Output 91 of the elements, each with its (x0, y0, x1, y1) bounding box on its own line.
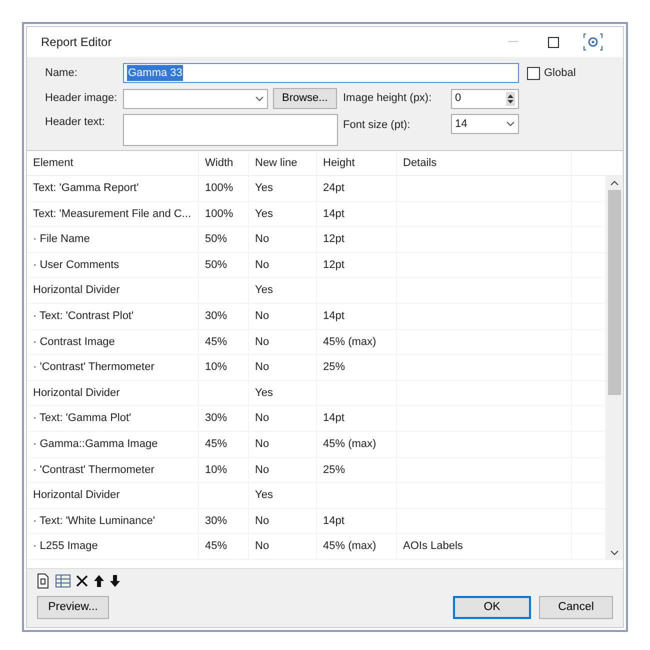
table-cell-text: No (255, 258, 270, 273)
table-icon[interactable] (55, 572, 71, 588)
table-cell-text: 30% (205, 514, 228, 529)
table-cell-text: 12pt (323, 258, 344, 273)
arrow-up-icon[interactable] (93, 574, 105, 588)
checkbox-label: Global (544, 66, 576, 81)
table-cell-text: No (255, 411, 270, 426)
column-header[interactable]: Details (397, 151, 572, 175)
table-cell-text: 45% (205, 436, 228, 452)
table-cell-text: No (255, 436, 270, 452)
header-text-field[interactable] (123, 114, 338, 146)
name-field[interactable]: Gamma 33 (123, 63, 519, 83)
table-cell-text: 100% (205, 206, 234, 222)
window-title: Report Editor (41, 34, 113, 51)
global-checkbox[interactable] (527, 66, 540, 80)
table-cell-text: No (255, 514, 270, 529)
table-cell-text: 45% (205, 539, 228, 554)
dropdown-caret-icon (255, 96, 264, 102)
table-cell-text: 30% (205, 411, 228, 426)
table-cell-text: Yes (255, 386, 273, 401)
table-cell-text: · File Name (33, 232, 90, 248)
table-cell-text: 14pt (323, 411, 344, 426)
table-cell-text: Yes (255, 181, 273, 196)
table-cell-text: 30% (205, 309, 228, 324)
dialog-button[interactable]: Preview... (37, 596, 109, 619)
arrow-down-icon[interactable] (109, 574, 121, 588)
table-cell-text: No (255, 462, 270, 478)
table-cell-text: · 'Contrast' Thermometer (33, 462, 154, 478)
table-cell-text: · Gamma::Gamma Image (33, 436, 158, 452)
dropdown-caret-icon (506, 121, 515, 127)
table-cell-text: AOIs Labels (403, 539, 463, 554)
table-cell-text: No (255, 360, 270, 376)
table-cell-text: 12pt (323, 232, 344, 248)
table-cell-text: 10% (205, 462, 228, 478)
dialog-button[interactable]: OK (453, 596, 531, 619)
table-cell-text: Horizontal Divider (33, 283, 120, 298)
table-cell-text: 100% (205, 181, 234, 196)
font-size-dropdown[interactable]: 14 (451, 114, 519, 134)
table-cell-text: 10% (205, 360, 228, 376)
column-header[interactable]: Width (199, 151, 249, 175)
table-cell-text: Yes (255, 283, 273, 298)
dialog-button[interactable]: Cancel (539, 596, 613, 619)
table-cell-text: 45% (205, 334, 228, 350)
minimize-icon (508, 41, 518, 43)
table-cell-text: Horizontal Divider (33, 488, 120, 504)
scroll-up-icon[interactable] (610, 180, 619, 186)
table-cell-text: · Text: 'White Luminance' (33, 514, 155, 529)
column-header[interactable]: New line (249, 151, 317, 175)
spin-arrows-icon[interactable] (506, 92, 515, 106)
table-cell-text: 14pt (323, 514, 344, 529)
table-cell-text: · L255 Image (33, 539, 98, 554)
table-cell-text: No (255, 232, 270, 248)
table-cell-text: · User Comments (33, 258, 120, 273)
table-cell-text: 24pt (323, 181, 344, 196)
table-cell-text: Text: 'Measurement File and C... (33, 206, 191, 222)
image-height-spinner[interactable]: 0 (451, 88, 519, 108)
new-document-icon[interactable] (35, 572, 51, 588)
field-label: Name: (45, 66, 78, 81)
table-cell-text: No (255, 539, 270, 554)
table-cell-text: · Text: 'Contrast Plot' (33, 309, 134, 324)
table-cell-text: No (255, 334, 270, 350)
table-cell-text: Yes (255, 488, 273, 504)
scroll-down-icon[interactable] (610, 550, 619, 556)
table-cell-text: Yes (255, 206, 273, 222)
table-cell-text: 25% (323, 360, 346, 376)
column-header[interactable]: Element (27, 151, 199, 175)
selected-text: Gamma 33 (127, 64, 184, 82)
table-cell-text: Horizontal Divider (33, 386, 120, 401)
field-label: Header text: (45, 115, 106, 130)
field-label: Header image: (45, 91, 118, 106)
table-cell-text: 50% (205, 258, 228, 273)
table-cell-text: No (255, 309, 270, 324)
table-cell-text: 45% (max) (323, 334, 376, 350)
table-cell-text: 45% (max) (323, 539, 376, 554)
table-cell-text: 25% (323, 462, 346, 478)
table-cell-text: 50% (205, 232, 228, 248)
table-cell-text: · Text: 'Gamma Plot' (33, 411, 132, 426)
table-cell-text: 45% (max) (323, 436, 376, 452)
capture-icon (583, 33, 603, 51)
browse-button[interactable]: Browse... (273, 88, 337, 109)
scrollbar-thumb[interactable] (608, 190, 621, 395)
field-label: Image height (px): (343, 91, 432, 106)
column-header[interactable]: Height (317, 151, 397, 175)
table-cell-text: · 'Contrast' Thermometer (33, 360, 154, 376)
delete-icon[interactable] (75, 574, 89, 588)
table-cell-text: Text: 'Gamma Report' (33, 181, 139, 196)
table-cell-text: · Contrast Image (33, 334, 115, 350)
field-label: Font size (pt): (343, 118, 410, 133)
maximize-icon (548, 36, 558, 48)
table-cell-text: 14pt (323, 309, 344, 324)
table-cell-text: 14pt (323, 206, 344, 222)
